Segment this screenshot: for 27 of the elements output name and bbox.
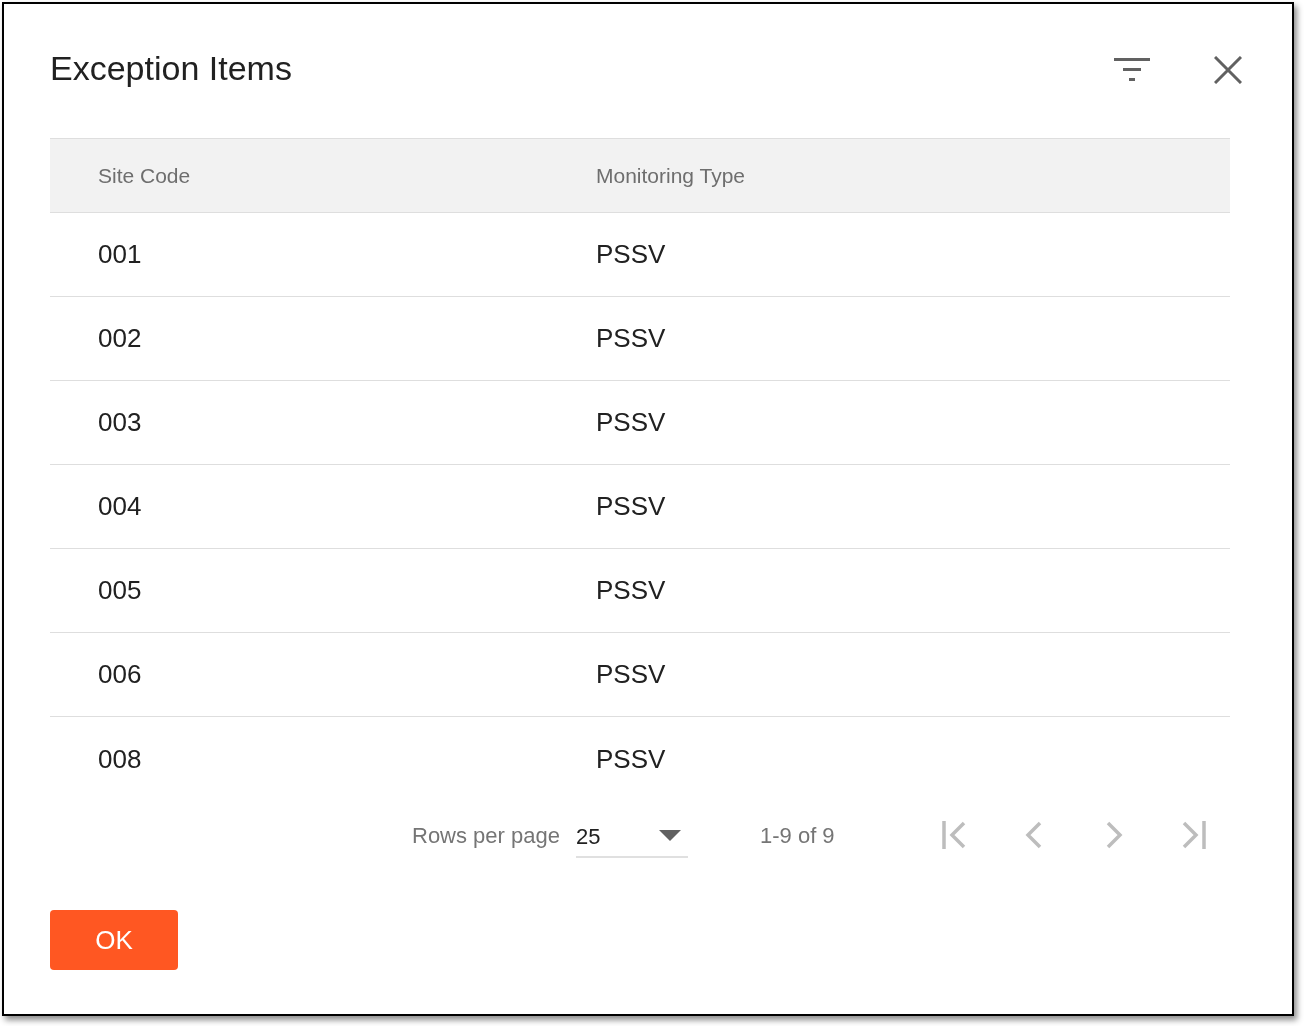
- table-cell-text: 002: [97, 322, 143, 355]
- close-button[interactable]: [1214, 56, 1242, 84]
- caret-icon: [659, 829, 681, 841]
- filter-icon: [1114, 58, 1150, 82]
- table-cell-text: 004: [97, 490, 143, 523]
- last-page-icon: [1182, 821, 1206, 849]
- table-cell-text: PSSV: [596, 238, 666, 271]
- table-cell-text: PSSV: [596, 742, 666, 776]
- dialog-title: Exception Items: [50, 48, 292, 88]
- table-cell-text: 008: [97, 742, 143, 776]
- rows-per-page-select[interactable]: 25: [576, 814, 688, 858]
- first-page-icon: [942, 821, 966, 849]
- table-cell-text: PSSV: [596, 406, 666, 439]
- table-cell-text: 005: [97, 574, 143, 607]
- table-cell-text: 003: [97, 406, 143, 439]
- table-cell-text: PSSV: [596, 658, 666, 691]
- filter-button[interactable]: [1114, 58, 1150, 82]
- close-icon: [1214, 56, 1242, 84]
- table-cell-text: PSSV: [596, 322, 666, 355]
- rows-per-page-label: Rows per page: [412, 821, 560, 850]
- table-cell-text: PSSV: [596, 574, 666, 607]
- table-cell-text: 001: [97, 238, 143, 271]
- column-header: Monitoring Type: [596, 162, 746, 189]
- column-header: Site Code: [97, 162, 192, 189]
- table-cell-text: PSSV: [596, 490, 666, 523]
- page-range-label: 1-9 of 9: [760, 821, 835, 850]
- table-cell-text: 006: [97, 658, 143, 691]
